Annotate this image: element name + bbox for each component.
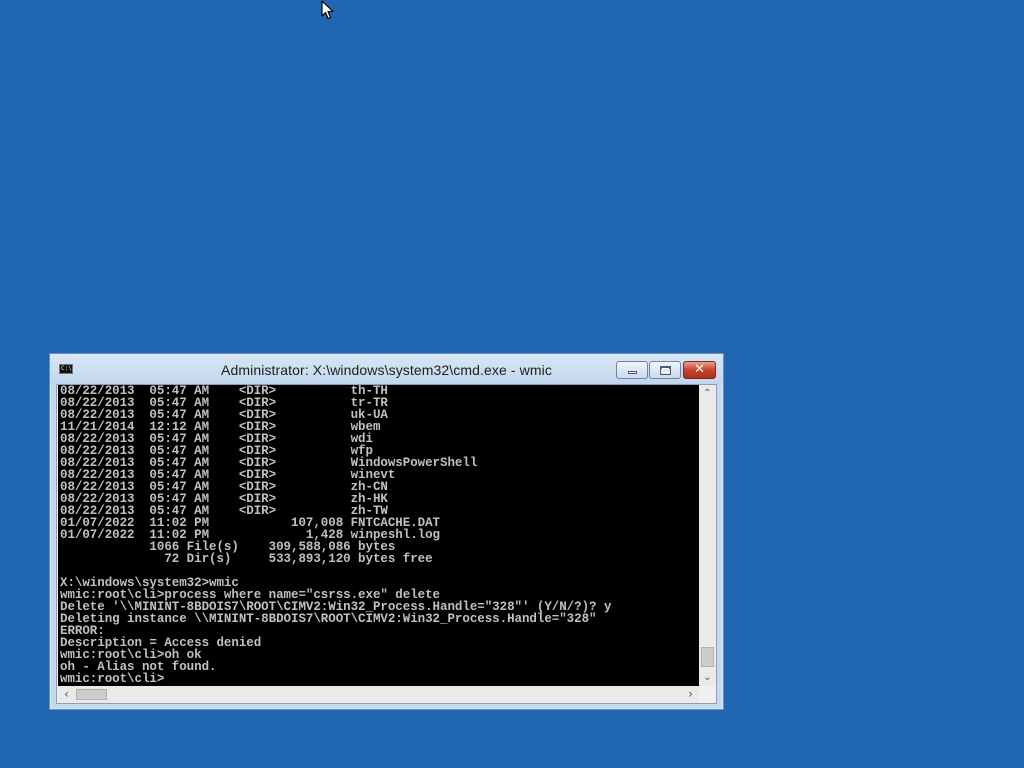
console-output[interactable]: 08/22/2013 05:47 AM <DIR> th-TH 08/22/201… — [58, 385, 699, 686]
maximize-icon — [660, 366, 671, 375]
horizontal-scroll-thumb[interactable] — [76, 689, 107, 700]
scrollbar-corner — [699, 686, 716, 703]
console-lines: 08/22/2013 05:47 AM <DIR> th-TH 08/22/201… — [60, 385, 611, 685]
scroll-left-icon[interactable]: ‹ — [58, 686, 75, 703]
minimize-icon — [628, 371, 637, 374]
scroll-up-icon[interactable]: ⌃ — [699, 385, 716, 402]
minimize-button[interactable] — [616, 361, 648, 379]
console-frame: 08/22/2013 05:47 AM <DIR> th-TH 08/22/201… — [56, 384, 717, 704]
console-line: Deleting instance \\MININT-8BDOIS7\ROOT\… — [60, 612, 597, 626]
scroll-down-icon[interactable]: ⌄ — [699, 669, 716, 686]
desktop: C:\ Administrator: X:\windows\system32\c… — [0, 0, 1024, 768]
cmd-window[interactable]: C:\ Administrator: X:\windows\system32\c… — [49, 353, 724, 710]
title-bar[interactable]: C:\ Administrator: X:\windows\system32\c… — [50, 354, 723, 384]
vertical-scrollbar[interactable]: ⌃ ⌄ — [699, 385, 716, 686]
scroll-right-icon[interactable]: › — [682, 686, 699, 703]
console-line: wmic:root\cli> — [60, 672, 165, 686]
console-line: 72 Dir(s) 533,893,120 bytes free — [60, 552, 433, 566]
close-button[interactable]: ✕ — [683, 361, 716, 379]
maximize-button[interactable] — [649, 361, 681, 379]
close-icon: ✕ — [694, 362, 705, 377]
vertical-scroll-thumb[interactable] — [701, 647, 714, 667]
mouse-pointer-icon — [321, 0, 334, 20]
horizontal-scrollbar[interactable]: ‹ › — [58, 686, 699, 703]
